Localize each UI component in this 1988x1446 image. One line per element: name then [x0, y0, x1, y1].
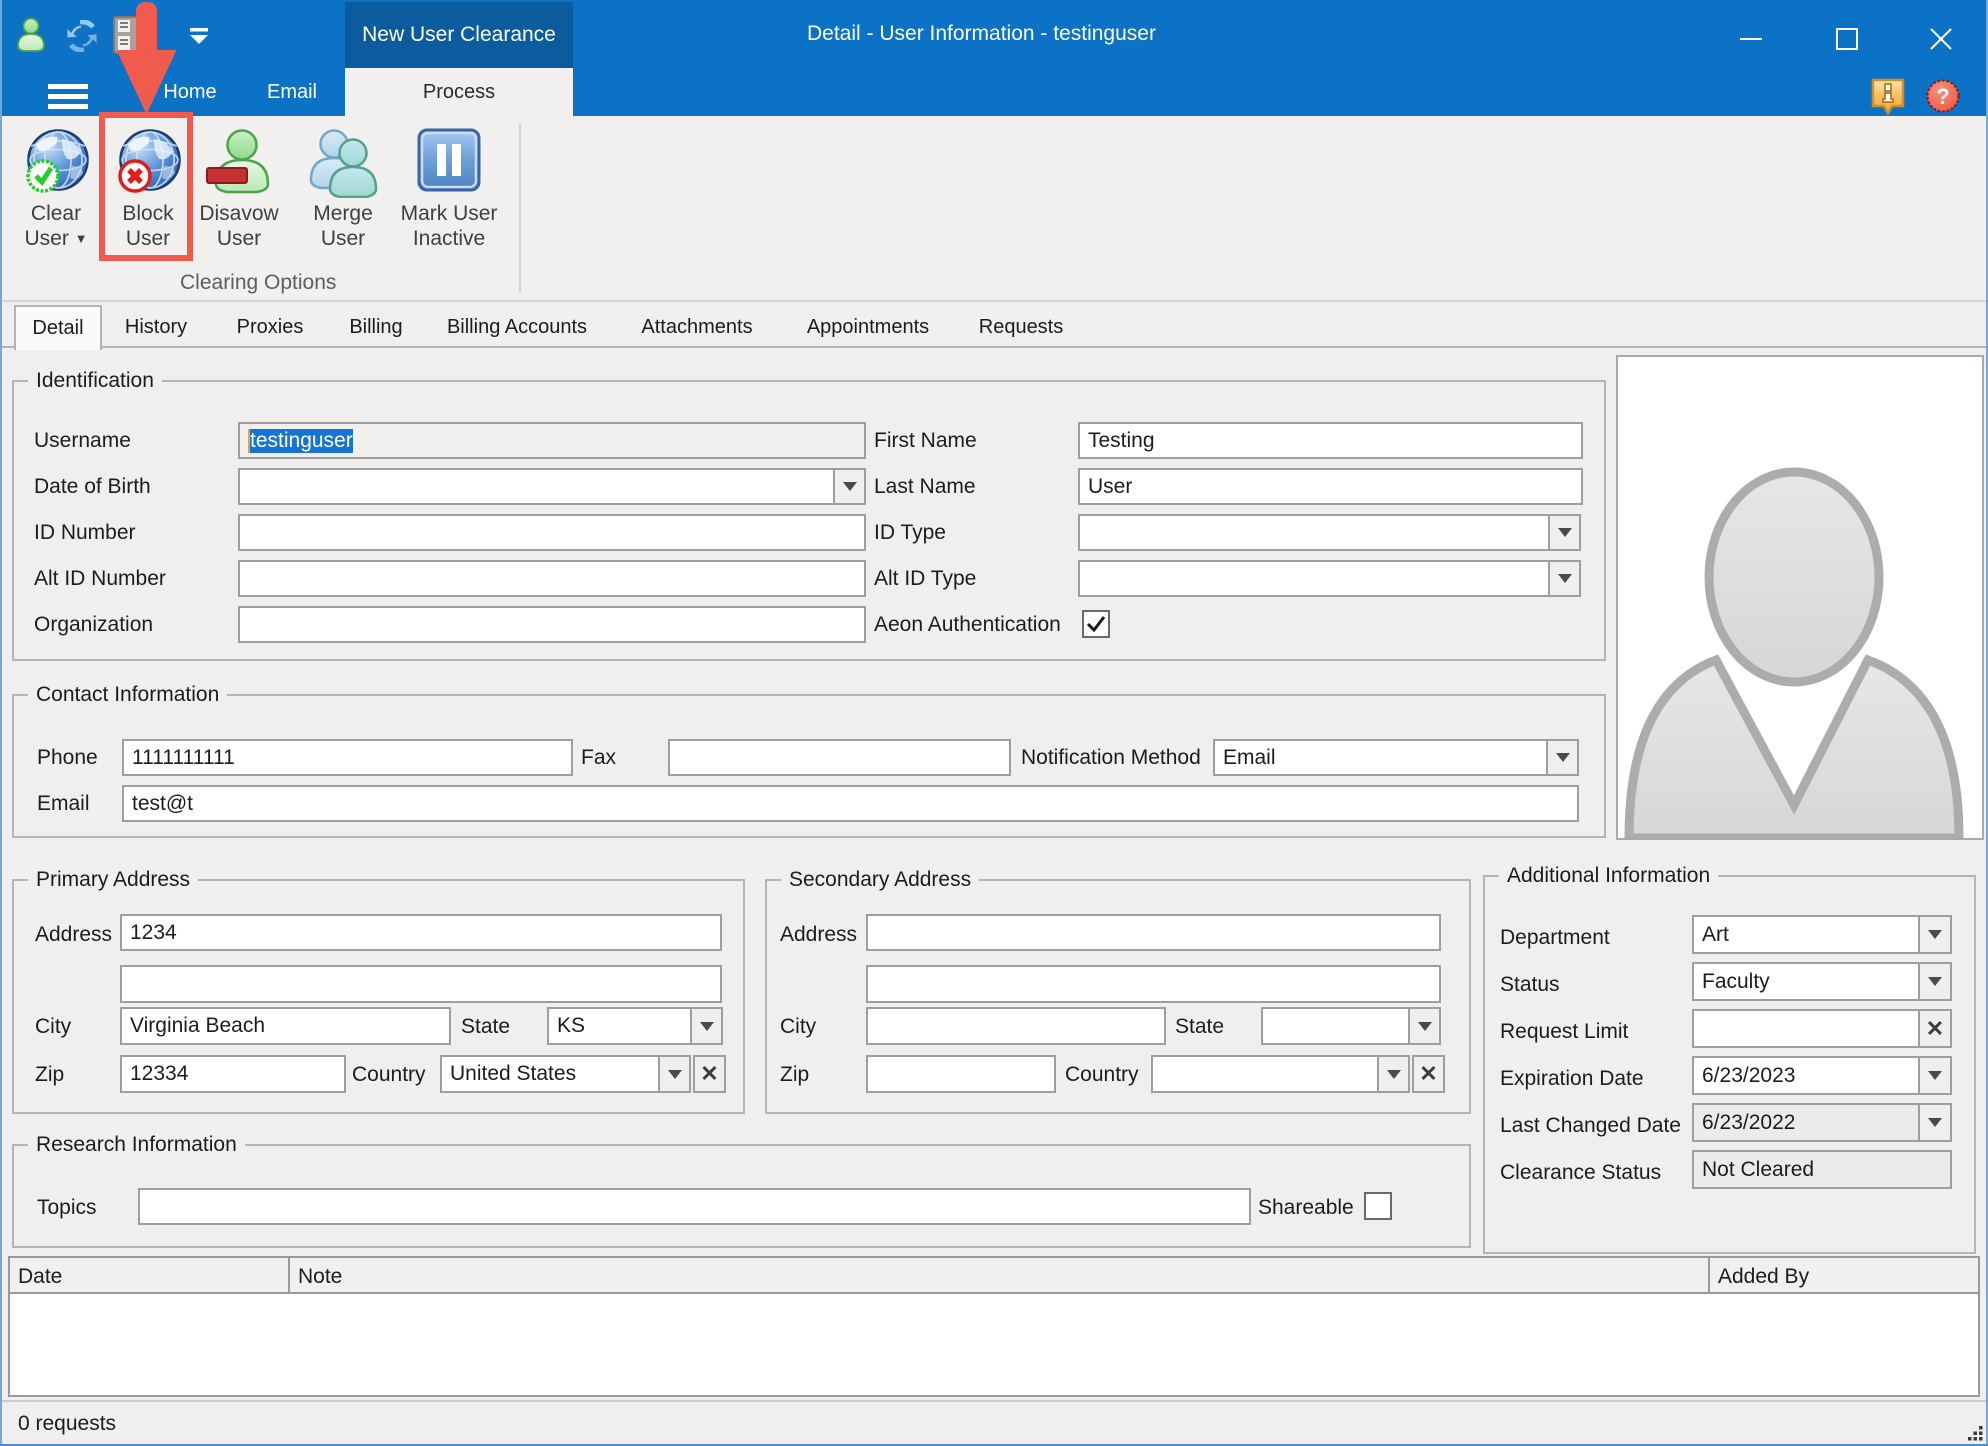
svg-text:?: ?	[1936, 84, 1949, 109]
